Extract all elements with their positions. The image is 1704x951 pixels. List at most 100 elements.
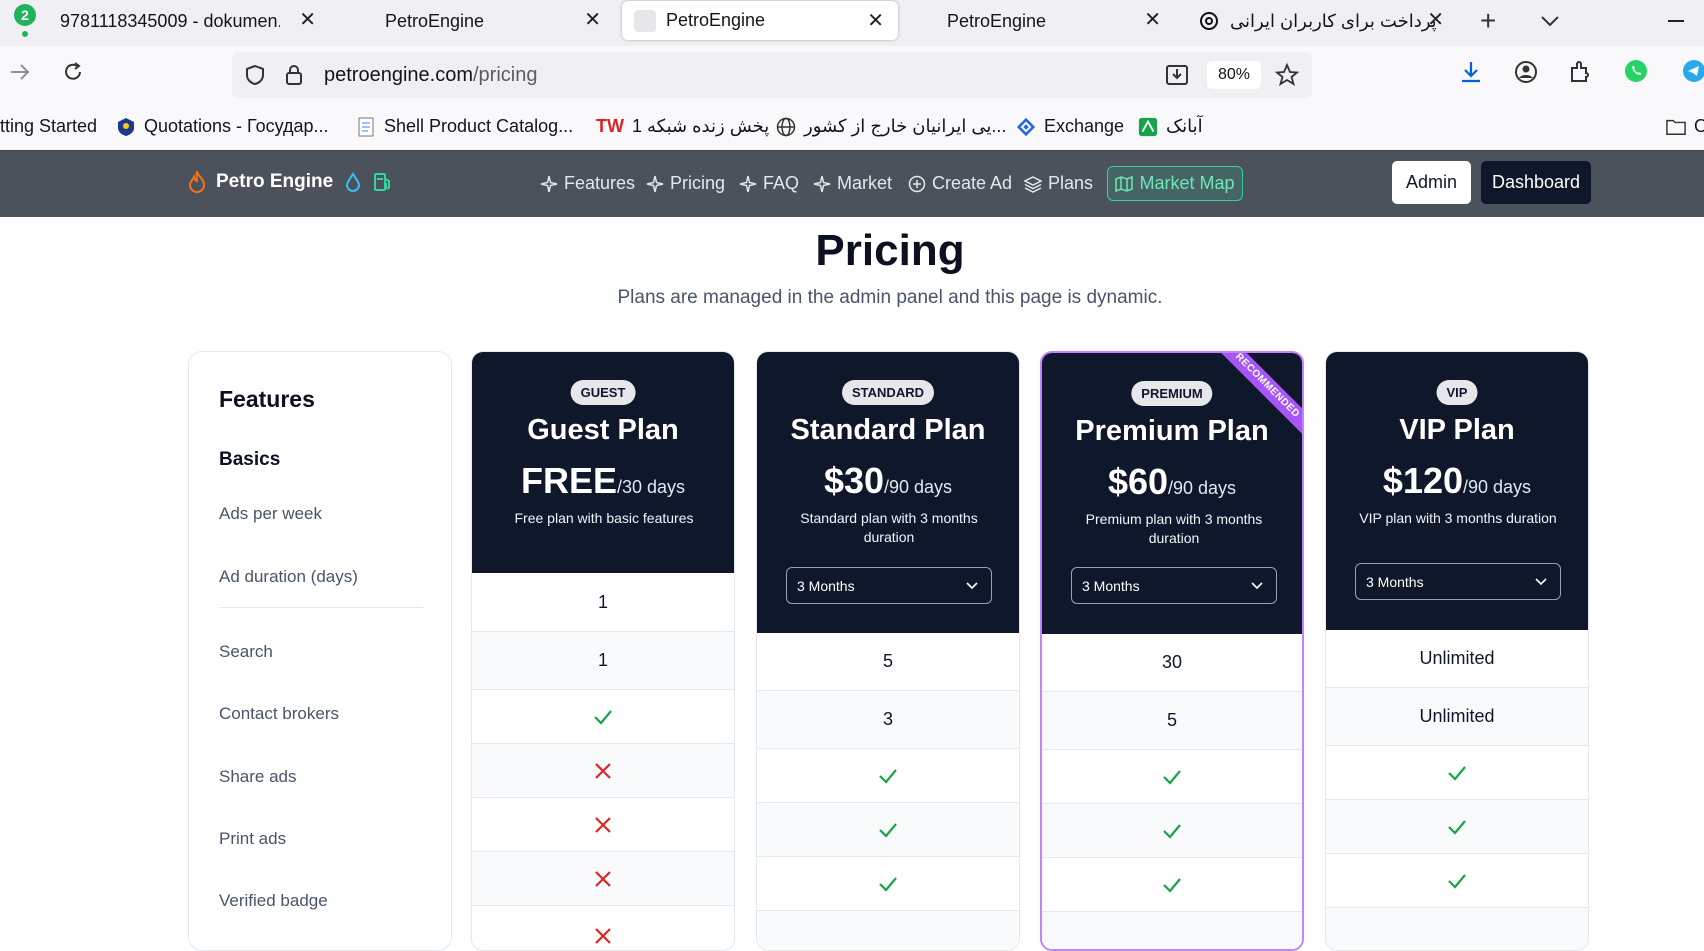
url-host: petroengine.com bbox=[324, 64, 473, 86]
new-tab-button[interactable]: + bbox=[1480, 0, 1496, 42]
cell-contact-brokers bbox=[1042, 804, 1302, 858]
nav-label: Market bbox=[837, 173, 893, 193]
check-icon bbox=[879, 876, 897, 892]
cross-icon bbox=[595, 816, 611, 833]
duration-select[interactable]: 3 Months bbox=[786, 567, 992, 604]
nav-plans[interactable]: Plans bbox=[1024, 173, 1093, 194]
zoom-level[interactable]: 80% bbox=[1207, 61, 1261, 89]
feature-ads-per-week: Ads per week bbox=[219, 504, 322, 523]
page-favicon-icon bbox=[634, 9, 656, 32]
check-icon bbox=[1163, 823, 1181, 839]
plan-header: STANDARD Standard Plan $30 /90 days Stan… bbox=[757, 352, 1019, 633]
bookmark-live-tv[interactable]: TW پخش زنده شبکه 1 bbox=[596, 116, 769, 137]
brand-name: Petro Engine bbox=[216, 171, 334, 192]
globe-icon bbox=[776, 117, 796, 137]
close-tab-icon[interactable]: ✕ bbox=[299, 10, 316, 30]
browser-tab-1[interactable]: 9781118345009 - dokumen.p ✕ bbox=[60, 0, 330, 42]
whatsapp-icon[interactable] bbox=[1624, 59, 1648, 83]
admin-button[interactable]: Admin bbox=[1392, 161, 1471, 204]
lock-icon[interactable] bbox=[284, 63, 304, 87]
browser-tab-2[interactable]: PetroEngine ✕ bbox=[345, 0, 615, 42]
plan-header: GUEST Guest Plan FREE /30 days Free plan… bbox=[472, 352, 734, 573]
chevron-down-icon bbox=[1251, 582, 1263, 590]
bookmark-abank[interactable]: آبانک bbox=[1138, 116, 1203, 137]
market-map-button[interactable]: Market Map bbox=[1107, 166, 1243, 201]
save-to-disk-icon[interactable] bbox=[1164, 62, 1190, 88]
account-icon[interactable] bbox=[1513, 59, 1539, 85]
tier-badge: PREMIUM bbox=[1131, 381, 1213, 406]
forward-arrow-icon[interactable] bbox=[8, 60, 32, 84]
minimize-window-icon[interactable] bbox=[1668, 0, 1684, 42]
duration-select[interactable]: 3 Months bbox=[1355, 563, 1561, 600]
close-tab-icon[interactable]: ✕ bbox=[584, 10, 601, 30]
close-tab-icon[interactable]: ✕ bbox=[867, 11, 884, 31]
folder-icon bbox=[1666, 117, 1686, 137]
bookmark-label: tting Started bbox=[0, 116, 98, 136]
bookmark-shell-catalog[interactable]: Shell Product Catalog... bbox=[356, 116, 573, 137]
dashboard-button[interactable]: Dashboard bbox=[1481, 161, 1591, 204]
market-map-label: Market Map bbox=[1139, 173, 1235, 193]
price-period: /90 days bbox=[884, 477, 953, 497]
price-period: /90 days bbox=[1463, 477, 1532, 497]
bookmark-label: O bbox=[1694, 116, 1704, 136]
duration-select[interactable]: 3 Months bbox=[1071, 567, 1277, 604]
cell-share-ads bbox=[1042, 858, 1302, 912]
browser-tab-4[interactable]: PetroEngine ✕ bbox=[905, 0, 1175, 42]
nav-faq[interactable]: FAQ bbox=[739, 173, 799, 194]
plan-price: $120 /90 days bbox=[1326, 460, 1588, 502]
bookmark-getting-started[interactable]: tting Started bbox=[0, 116, 97, 137]
plan-description: Free plan with basic features bbox=[514, 510, 694, 526]
feature-ad-duration: Ad duration (days) bbox=[219, 567, 358, 586]
bookmark-label: ...یی ایرانیان خارج از کشور bbox=[804, 116, 1007, 136]
close-tab-icon[interactable]: ✕ bbox=[1144, 10, 1161, 30]
cell-ad-duration: 1 bbox=[472, 632, 734, 690]
bookmark-label: پخش زنده شبکه 1 bbox=[631, 116, 770, 136]
bookmark-label: Shell Product Catalog... bbox=[384, 116, 574, 136]
check-icon bbox=[1448, 873, 1466, 889]
plus-circle-icon bbox=[908, 175, 926, 192]
browser-tab-3-active[interactable]: PetroEngine ✕ bbox=[622, 1, 898, 40]
features-column: Features Basics Ads per week Ad duration… bbox=[188, 351, 452, 951]
cell-verified-badge bbox=[472, 906, 734, 950]
shield-icon[interactable] bbox=[244, 64, 266, 86]
url-bar[interactable]: petroengine.com/pricing 80% bbox=[232, 52, 1312, 98]
downloads-icon[interactable] bbox=[1458, 59, 1484, 85]
browser-tab-5[interactable]: پرداخت برای کاربران ایرانی ✕ bbox=[1190, 0, 1450, 42]
list-tabs-chevron-icon[interactable] bbox=[1540, 0, 1560, 42]
sparkles-icon bbox=[739, 175, 757, 192]
reload-icon[interactable] bbox=[61, 60, 85, 84]
openai-favicon-icon bbox=[1198, 10, 1220, 32]
cell-ad-duration: Unlimited bbox=[1326, 688, 1588, 746]
nav-features[interactable]: Features bbox=[540, 173, 635, 194]
telegram-icon[interactable] bbox=[1682, 59, 1704, 83]
bookmark-quotations[interactable]: Quotations - Государ... bbox=[116, 116, 329, 137]
features-heading: Features bbox=[219, 386, 315, 412]
extensions-icon[interactable] bbox=[1567, 59, 1593, 85]
cross-icon bbox=[595, 928, 611, 944]
features-section-basics: Basics bbox=[219, 449, 281, 470]
nav-create-ad[interactable]: Create Ad bbox=[908, 173, 1012, 194]
close-tab-icon[interactable]: ✕ bbox=[1427, 10, 1444, 30]
flame-icon bbox=[188, 171, 206, 193]
duration-value: 3 Months bbox=[1082, 577, 1140, 594]
plan-description: Standard plan with 3 months duration bbox=[800, 510, 978, 545]
bookmark-iranians-abroad[interactable]: ...یی ایرانیان خارج از کشور bbox=[776, 116, 1006, 137]
check-icon bbox=[1163, 877, 1181, 893]
other-bookmarks[interactable]: O bbox=[1666, 116, 1704, 137]
check-icon bbox=[1448, 819, 1466, 835]
bookmark-star-icon[interactable] bbox=[1275, 63, 1299, 87]
url-text[interactable]: petroengine.com/pricing bbox=[324, 64, 537, 87]
price-amount: $120 bbox=[1382, 460, 1464, 501]
nav-label: Create Ad bbox=[932, 173, 1013, 193]
droplet-icon bbox=[345, 172, 361, 192]
plan-price: FREE /30 days bbox=[472, 460, 734, 502]
nav-market[interactable]: Market bbox=[813, 173, 892, 194]
plan-name: VIP Plan bbox=[1399, 414, 1515, 446]
tier-badge: GUEST bbox=[570, 380, 636, 405]
bookmark-exchange[interactable]: Exchange bbox=[1016, 116, 1124, 137]
brand[interactable]: Petro Engine bbox=[188, 171, 393, 193]
feature-print-ads: Print ads bbox=[219, 829, 287, 848]
browser-tab-strip: 2 9781118345009 - dokumen.p ✕ PetroEngin… bbox=[0, 0, 1704, 46]
cross-icon bbox=[595, 762, 611, 779]
nav-pricing[interactable]: Pricing bbox=[646, 173, 725, 194]
